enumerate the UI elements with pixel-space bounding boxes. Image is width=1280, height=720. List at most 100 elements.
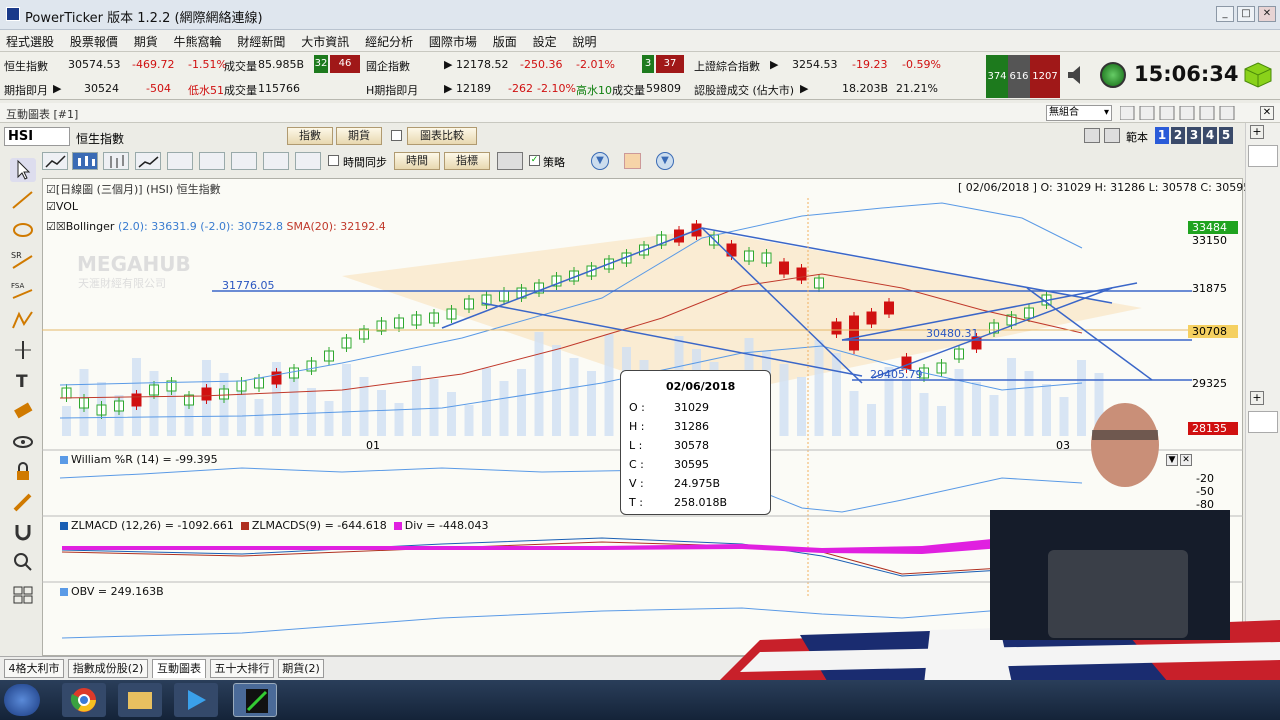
menu-item[interactable]: 牛熊窩輪 — [168, 30, 228, 50]
hsce-fut-premium: 高水10 — [576, 84, 612, 97]
start-button-icon[interactable] — [4, 684, 40, 716]
minimize-button[interactable]: _ — [1216, 6, 1234, 22]
tab-futures[interactable]: 期貨(2) — [278, 659, 324, 678]
lock-tool-icon[interactable] — [10, 460, 36, 484]
tab-top50[interactable]: 五十大排行 — [210, 659, 274, 678]
close-button[interactable]: ✕ — [1258, 6, 1276, 22]
volume-bar — [412, 366, 421, 436]
combo-select[interactable]: 無組合 ▾ — [1046, 105, 1112, 121]
pen-tool-icon[interactable] — [10, 490, 36, 514]
pointer-tool-icon[interactable] — [10, 158, 36, 182]
eraser-tool-icon[interactable] — [10, 398, 36, 422]
mountain-chart-icon[interactable] — [295, 152, 321, 170]
sse-label[interactable]: 上證綜合指數 — [694, 58, 760, 74]
price-tag: 33150 — [1192, 234, 1227, 247]
menu-item[interactable]: 大市資訊 — [295, 30, 355, 50]
page-button-2[interactable]: 2 — [1171, 127, 1185, 144]
tab-market-grid[interactable]: 4格大利市 — [4, 659, 64, 678]
layout-tool-icon[interactable] — [10, 583, 36, 607]
refresh-icon[interactable] — [1100, 62, 1126, 88]
time-sync-checkbox[interactable] — [328, 155, 339, 166]
histogram-icon[interactable] — [199, 152, 225, 170]
hsce-fut-arrow: ▶ — [444, 82, 453, 95]
menu-item[interactable]: 版面 — [487, 30, 523, 50]
time-button[interactable]: 時間 — [394, 152, 440, 170]
panel-close-icon[interactable]: ✕ — [1260, 106, 1274, 120]
breadth-flat: 616 — [1008, 55, 1030, 98]
hsi-up-count: 32 — [314, 55, 328, 73]
zoom-tool-icon[interactable] — [10, 550, 36, 574]
print-icon[interactable] — [1104, 128, 1120, 143]
menu-item[interactable]: 股票報價 — [64, 30, 124, 50]
magnet-tool-icon[interactable] — [10, 520, 36, 544]
bar-chart-icon[interactable] — [167, 152, 193, 170]
ellipse-tool-icon[interactable] — [10, 218, 36, 242]
tab-interactive-chart[interactable]: 互動圖表 — [152, 659, 206, 678]
text-tool-icon[interactable]: T — [10, 368, 36, 392]
strategy-dropdown-icon[interactable]: ▼ — [591, 152, 609, 170]
side-input[interactable] — [1248, 145, 1278, 167]
menu-item[interactable]: 國際市場 — [423, 30, 483, 50]
ohlc-bar-icon[interactable] — [103, 152, 129, 170]
speaker-icon[interactable] — [1066, 64, 1084, 86]
volume-bar — [587, 371, 596, 436]
tab-index-constituents[interactable]: 指數成份股(2) — [68, 659, 148, 678]
color-swatch[interactable] — [624, 153, 641, 169]
menu-item[interactable]: 說明 — [566, 30, 602, 50]
candlestick-icon[interactable] — [72, 152, 98, 170]
compare-button[interactable]: 圖表比較 — [407, 127, 477, 145]
futures-button[interactable]: 期貨 — [336, 127, 382, 145]
page-button-5[interactable]: 5 — [1219, 127, 1233, 144]
svg-text:T: T — [16, 372, 28, 392]
add-icon[interactable]: + — [1250, 125, 1264, 139]
compare-checkbox[interactable] — [391, 130, 402, 141]
volume-bar — [289, 375, 299, 436]
menu-item[interactable]: 設定 — [527, 30, 563, 50]
line-tool-icon[interactable] — [10, 188, 36, 212]
powerticker-taskbar-icon[interactable] — [233, 683, 277, 717]
chart-title: ☑[日線圖 (三個月)] (HSI) 恒生指數 — [46, 183, 221, 196]
menu-item[interactable]: 經紀分析 — [359, 30, 419, 50]
index-button[interactable]: 指數 — [287, 127, 333, 145]
page-button-1[interactable]: 1 — [1155, 127, 1169, 144]
area-chart-icon[interactable] — [135, 152, 161, 170]
hsi-label[interactable]: 恒生指數 — [4, 58, 48, 74]
svg-text:FSA: FSA — [11, 282, 24, 290]
menu-item[interactable]: 期貨 — [128, 30, 164, 50]
cube-icon[interactable] — [1244, 62, 1272, 88]
fibonacci-tool-icon[interactable]: FSA — [10, 278, 36, 302]
strategy-checkbox[interactable]: ✓ — [529, 155, 540, 166]
hsce-label[interactable]: 國企指數 — [366, 58, 410, 74]
hsi-fut-label[interactable]: 期指即月 — [4, 82, 48, 98]
line-chart-icon[interactable] — [42, 152, 68, 170]
hsce-fut-label[interactable]: H期指即月 — [366, 82, 418, 98]
hsi-turnover: 85.985B — [258, 58, 305, 71]
vertical-line-tool-icon[interactable] — [10, 338, 36, 362]
menu-item[interactable]: 財經新聞 — [231, 30, 291, 50]
hsce-change: -250.36 — [520, 58, 563, 71]
obv-label: OBV = 249.163B — [60, 585, 164, 598]
page-button-3[interactable]: 3 — [1187, 127, 1201, 144]
grid-icon[interactable] — [497, 152, 523, 170]
volume-bars-icon[interactable] — [231, 152, 257, 170]
vol-label: ☑VOL — [46, 200, 78, 213]
media-player-icon[interactable] — [174, 683, 218, 717]
file-explorer-icon[interactable] — [118, 683, 162, 717]
hsce-fut-vol-label: 成交量 — [612, 84, 645, 97]
wave-tool-icon[interactable] — [10, 308, 36, 332]
color-dropdown-icon[interactable]: ▼ — [656, 152, 674, 170]
symbol-input[interactable]: HSI — [4, 127, 70, 146]
page-button-4[interactable]: 4 — [1203, 127, 1217, 144]
eye-tool-icon[interactable] — [10, 430, 36, 454]
menu-item[interactable]: 程式選股 — [0, 30, 60, 50]
chrome-icon[interactable] — [62, 683, 106, 717]
support-resistance-tool-icon[interactable]: SR — [10, 248, 36, 272]
maximize-button[interactable]: □ — [1237, 6, 1255, 22]
indicator-button[interactable]: 指標 — [444, 152, 490, 170]
time-sync-label: 時間同步 — [343, 156, 387, 169]
tooltip-open: O : 31029 — [629, 401, 709, 414]
warrant-label-text: 認股證成交 (佔大市) — [694, 84, 795, 97]
step-chart-icon[interactable] — [263, 152, 289, 170]
volume-bar — [604, 334, 614, 436]
save-icon[interactable] — [1084, 128, 1100, 143]
